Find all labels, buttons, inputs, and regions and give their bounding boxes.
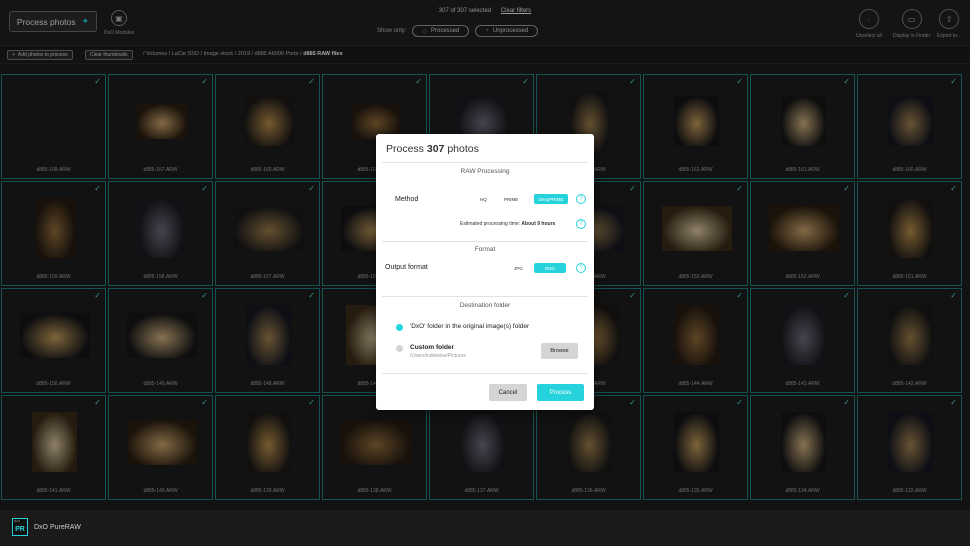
dest-dxo-label[interactable]: 'DxO' folder in the original image(s) fo… — [410, 323, 529, 330]
cancel-button[interactable]: Cancel — [489, 384, 527, 401]
browse-button[interactable]: Browse — [541, 343, 578, 359]
app-name: DxO PureRAW — [34, 524, 81, 531]
logo-text: PR — [15, 526, 25, 533]
estimated-time: Estimated processing time: About 9 hours — [460, 221, 555, 227]
dialog-title-prefix: Process — [386, 143, 424, 155]
divider — [382, 296, 588, 297]
dialog-title-suffix: photos — [447, 143, 479, 155]
method-label: Method — [395, 196, 419, 203]
divider — [382, 373, 588, 374]
format-option-dng[interactable]: DNG — [534, 263, 566, 273]
process-dialog: Process 307 photos RAW Processing Method… — [376, 134, 594, 410]
custom-folder-path: /Users/indiewise/Pictures — [410, 353, 466, 359]
format-help-icon[interactable]: ? — [576, 263, 586, 273]
output-format-label: Output format — [385, 264, 428, 271]
method-option-deepprime[interactable]: DeepPRIME — [534, 194, 568, 204]
dest-custom-label[interactable]: Custom folder — [410, 344, 454, 351]
dest-custom-radio[interactable] — [396, 345, 403, 352]
method-option-prime[interactable]: PRIME — [504, 197, 518, 202]
dest-dxo-radio[interactable] — [396, 324, 403, 331]
raw-processing-heading: RAW Processing — [460, 168, 510, 175]
logo-small-text: DxO — [14, 519, 20, 523]
method-option-hq[interactable]: HQ — [480, 197, 487, 202]
dialog-title-count: 307 — [426, 143, 445, 155]
estimate-help-icon[interactable]: ? — [576, 219, 586, 229]
status-bar: PR DxO DxO PureRAW — [0, 510, 970, 546]
process-button[interactable]: Process — [537, 384, 584, 401]
destination-heading: Destination folder — [459, 302, 511, 309]
dialog-title: Process 307 photos — [386, 143, 479, 155]
format-heading: Format — [474, 246, 496, 253]
divider — [382, 241, 588, 242]
format-option-jpg[interactable]: JPG — [514, 266, 523, 271]
divider — [382, 162, 588, 163]
estimated-time-label: Estimated processing time: — [460, 221, 521, 227]
method-help-icon[interactable]: ? — [576, 194, 586, 204]
estimated-time-value: About 9 hours — [521, 221, 556, 227]
